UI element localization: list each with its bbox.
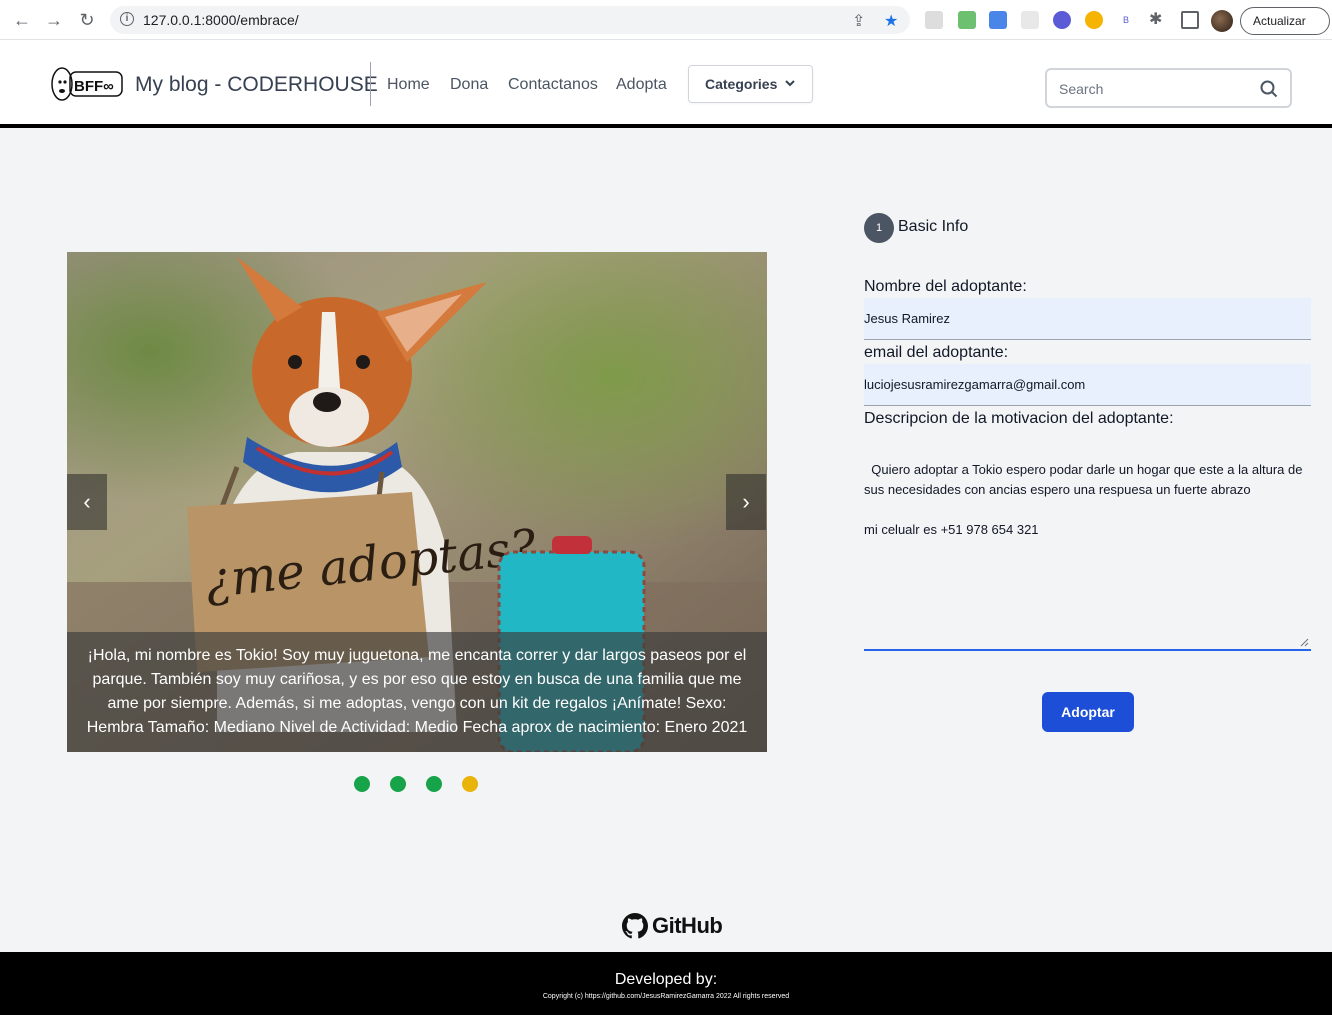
carousel-indicator[interactable] (426, 776, 442, 792)
site-info-icon[interactable]: i (120, 12, 134, 26)
github-label: GitHub (652, 913, 723, 938)
site-header: BFF∞ My blog - CODERHOUSE Home Dona Cont… (0, 40, 1332, 128)
extension-icon[interactable] (1021, 11, 1039, 29)
carousel-caption: ¡Hola, mi nombre es Tokio! Soy muy jugue… (67, 632, 767, 752)
carousel-prev-button[interactable]: ‹ (67, 474, 107, 530)
search-icon[interactable] (1260, 80, 1278, 98)
categories-label: Categories (705, 76, 778, 92)
copyright: Copyright (c) https://github.com/JesusRa… (542, 993, 790, 1000)
name-label: Nombre del adoptante: (864, 278, 1027, 295)
extensions-icon[interactable]: ✱ (1149, 11, 1167, 29)
profile-avatar[interactable] (1211, 10, 1233, 32)
developed-by: Developed by: (614, 971, 718, 988)
pet-carousel: ¿me adoptas? ‹ › ¡Hola, mi nombre es Tok… (67, 252, 767, 752)
reload-icon[interactable]: ↻ (77, 10, 97, 30)
extension-icon[interactable] (958, 11, 976, 29)
email-field[interactable]: luciojesusramirezgamarra@gmail.com (864, 364, 1311, 406)
nav-adopta[interactable]: Adopta (616, 76, 667, 94)
github-icon (622, 913, 648, 939)
bookmark-star-icon[interactable]: ★ (884, 11, 898, 31)
carousel-indicator[interactable] (390, 776, 406, 792)
extension-icon[interactable] (925, 11, 943, 29)
translate-icon[interactable] (989, 11, 1007, 29)
email-label: email del adoptante: (864, 344, 1009, 361)
motivation-text: Quiero adoptar a Tokio espero podar darl… (864, 462, 1303, 537)
carousel-indicator[interactable] (354, 776, 370, 792)
nav-dona[interactable]: Dona (450, 76, 488, 94)
motivation-label: Descripcion de la motivacion del adoptan… (864, 410, 1174, 427)
chevron-down-icon (785, 80, 795, 87)
browser-toolbar: ← → ↻ i 127.0.0.1:8000/embrace/ ⇪ ★ B ✱ … (0, 0, 1332, 40)
name-field[interactable]: Jesus Ramirez (864, 298, 1311, 340)
logo-text: BFF∞ (74, 78, 114, 95)
extension-icon[interactable] (1053, 11, 1071, 29)
logo[interactable]: BFF∞ (50, 64, 124, 104)
nav-contactanos[interactable]: Contactanos (508, 76, 598, 94)
carousel-indicator[interactable] (462, 776, 478, 792)
divider (370, 62, 371, 106)
motivation-textarea[interactable]: Quiero adoptar a Tokio espero podar darl… (864, 440, 1311, 651)
adopt-button[interactable]: Adoptar (1042, 692, 1134, 732)
brand-title[interactable]: My blog - CODERHOUSE (135, 73, 378, 97)
share-icon[interactable]: ⇪ (852, 11, 865, 31)
extension-icon[interactable]: B (1117, 11, 1135, 29)
search-box[interactable] (1045, 68, 1292, 108)
forward-icon[interactable]: → (44, 10, 64, 30)
categories-dropdown[interactable]: Categories (688, 65, 813, 103)
step-label: Basic Info (898, 218, 969, 235)
step-number: 1 (864, 213, 894, 243)
resize-grip-icon[interactable] (1300, 638, 1309, 647)
address-bar[interactable]: i 127.0.0.1:8000/embrace/ ⇪ ★ (110, 6, 910, 34)
nav-home[interactable]: Home (387, 76, 430, 94)
update-button[interactable]: Actualizar (1240, 7, 1330, 35)
carousel-next-button[interactable]: › (726, 474, 766, 530)
address-url[interactable]: 127.0.0.1:8000/embrace/ (143, 12, 299, 28)
back-icon[interactable]: ← (12, 10, 32, 30)
search-input[interactable] (1059, 79, 1249, 99)
sidebar-icon[interactable] (1181, 11, 1199, 29)
footer: Developed by: Copyright (c) https://gith… (0, 952, 1332, 1015)
extension-icon[interactable] (1085, 11, 1103, 29)
